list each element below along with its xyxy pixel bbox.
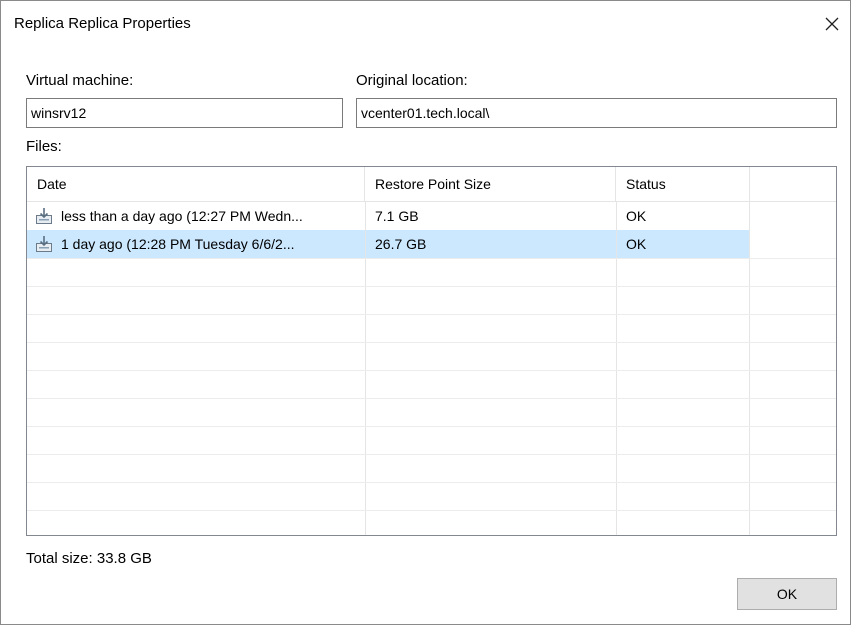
column-header-size[interactable]: Restore Point Size	[365, 167, 616, 201]
title-bar: Replica Replica Properties	[1, 1, 850, 47]
total-size-label: Total size: 33.8 GB	[26, 550, 152, 567]
files-list-header: Date Restore Point Size Status	[27, 167, 836, 202]
row-date: 1 day ago (12:28 PM Tuesday 6/6/2...	[61, 236, 295, 252]
table-row[interactable]: 1 day ago (12:28 PM Tuesday 6/6/2... 26.…	[27, 230, 749, 258]
location-field[interactable]	[356, 98, 837, 128]
grid-line	[27, 398, 836, 399]
location-label: Original location:	[356, 72, 468, 89]
grid-line	[27, 510, 836, 511]
column-divider	[749, 201, 750, 535]
grid-line	[27, 286, 836, 287]
row-date: less than a day ago (12:27 PM Wedn...	[61, 208, 303, 224]
properties-dialog: Replica Replica Properties Virtual machi…	[0, 0, 851, 625]
row-status: OK	[626, 236, 647, 252]
grid-line	[27, 342, 836, 343]
grid-line	[27, 454, 836, 455]
grid-line	[27, 426, 836, 427]
vm-name-field[interactable]	[26, 98, 343, 128]
restore-point-icon	[36, 208, 52, 224]
row-size: 26.7 GB	[375, 236, 427, 252]
ok-button[interactable]: OK	[737, 578, 837, 610]
files-label: Files:	[26, 138, 62, 155]
restore-point-icon	[36, 236, 52, 252]
grid-line	[27, 314, 836, 315]
grid-line	[27, 482, 836, 483]
grid-line	[27, 370, 836, 371]
files-list[interactable]: Date Restore Point Size Status less than…	[26, 166, 837, 536]
column-header-status[interactable]: Status	[616, 167, 750, 201]
close-icon	[825, 17, 839, 31]
vm-label: Virtual machine:	[26, 72, 134, 89]
column-divider	[365, 201, 366, 535]
row-size: 7.1 GB	[375, 208, 419, 224]
close-button[interactable]	[818, 11, 846, 37]
column-divider	[616, 201, 617, 535]
row-status: OK	[626, 208, 647, 224]
dialog-title: Replica Replica Properties	[14, 15, 191, 32]
column-header-date[interactable]: Date	[27, 167, 365, 201]
table-row[interactable]: less than a day ago (12:27 PM Wedn... 7.…	[27, 202, 749, 230]
grid-line	[27, 258, 836, 259]
